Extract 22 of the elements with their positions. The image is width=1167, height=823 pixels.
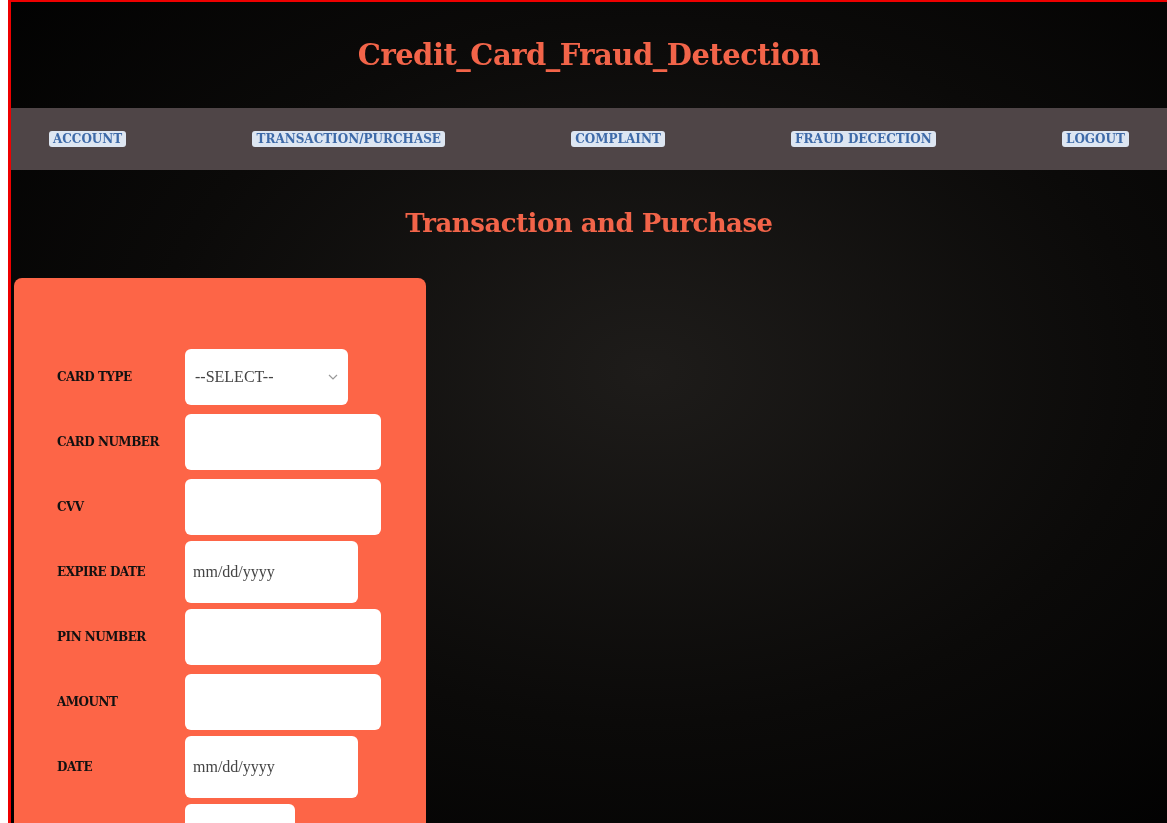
field-label: CARD TYPE <box>57 369 133 384</box>
date-field[interactable]: mm/dd/yyyy <box>185 540 358 603</box>
field-label: CVV <box>57 499 86 514</box>
nav-link[interactable]: COMPLAINT <box>571 131 665 147</box>
field-label: EXPIRE DATE <box>57 564 147 579</box>
page-title: Transaction and Purchase <box>404 208 774 240</box>
field-label: CARD NUMBER <box>57 434 161 449</box>
field-label: PIN NUMBER <box>57 629 148 644</box>
input-field[interactable] <box>185 478 381 535</box>
nav-link[interactable]: FRAUD DECECTION <box>791 131 936 147</box>
input-field[interactable] <box>185 673 381 730</box>
input-field[interactable] <box>185 608 381 665</box>
field-label: DATE <box>57 759 94 774</box>
date-field[interactable]: mm/dd/yyyy <box>185 735 358 798</box>
chevron-down-icon <box>328 373 338 380</box>
input-field[interactable] <box>185 413 381 470</box>
site-title: Credit_Card_Fraud_Detection <box>357 38 821 72</box>
nav-link[interactable]: TRANSACTION/PURCHASE <box>252 131 445 147</box>
nav-link[interactable]: ACCOUNT <box>49 131 127 147</box>
field-label: AMOUNT <box>57 694 119 709</box>
nav-link[interactable]: LOGOUT <box>1061 131 1129 147</box>
card-type-dropdown[interactable]: --SELECT-- <box>185 348 348 405</box>
